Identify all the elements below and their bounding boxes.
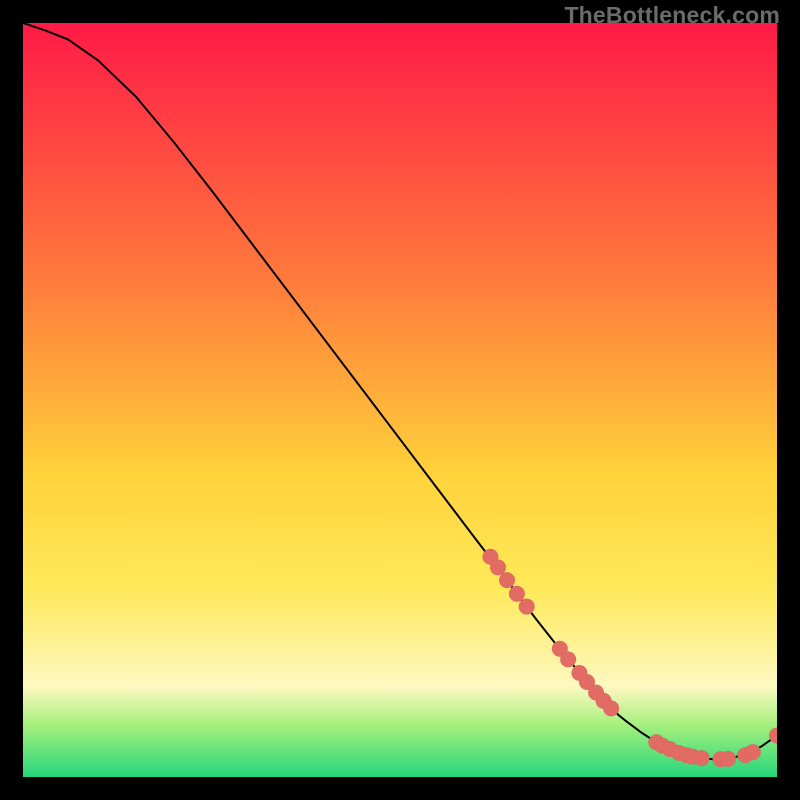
chart-frame: TheBottleneck.com: [0, 0, 800, 800]
data-dot: [560, 651, 576, 667]
curve-overlay: [23, 23, 777, 777]
data-dot: [603, 700, 619, 716]
bottleneck-curve: [23, 23, 777, 760]
data-dot: [720, 751, 736, 767]
data-dot: [519, 599, 535, 615]
data-dot: [745, 744, 761, 760]
data-dot: [490, 559, 506, 575]
data-dot: [509, 586, 525, 602]
plot-area: [23, 23, 777, 777]
watermark-text: TheBottleneck.com: [564, 2, 780, 29]
curve-dots: [483, 549, 777, 767]
data-dot: [499, 572, 515, 588]
data-dot: [694, 750, 710, 766]
